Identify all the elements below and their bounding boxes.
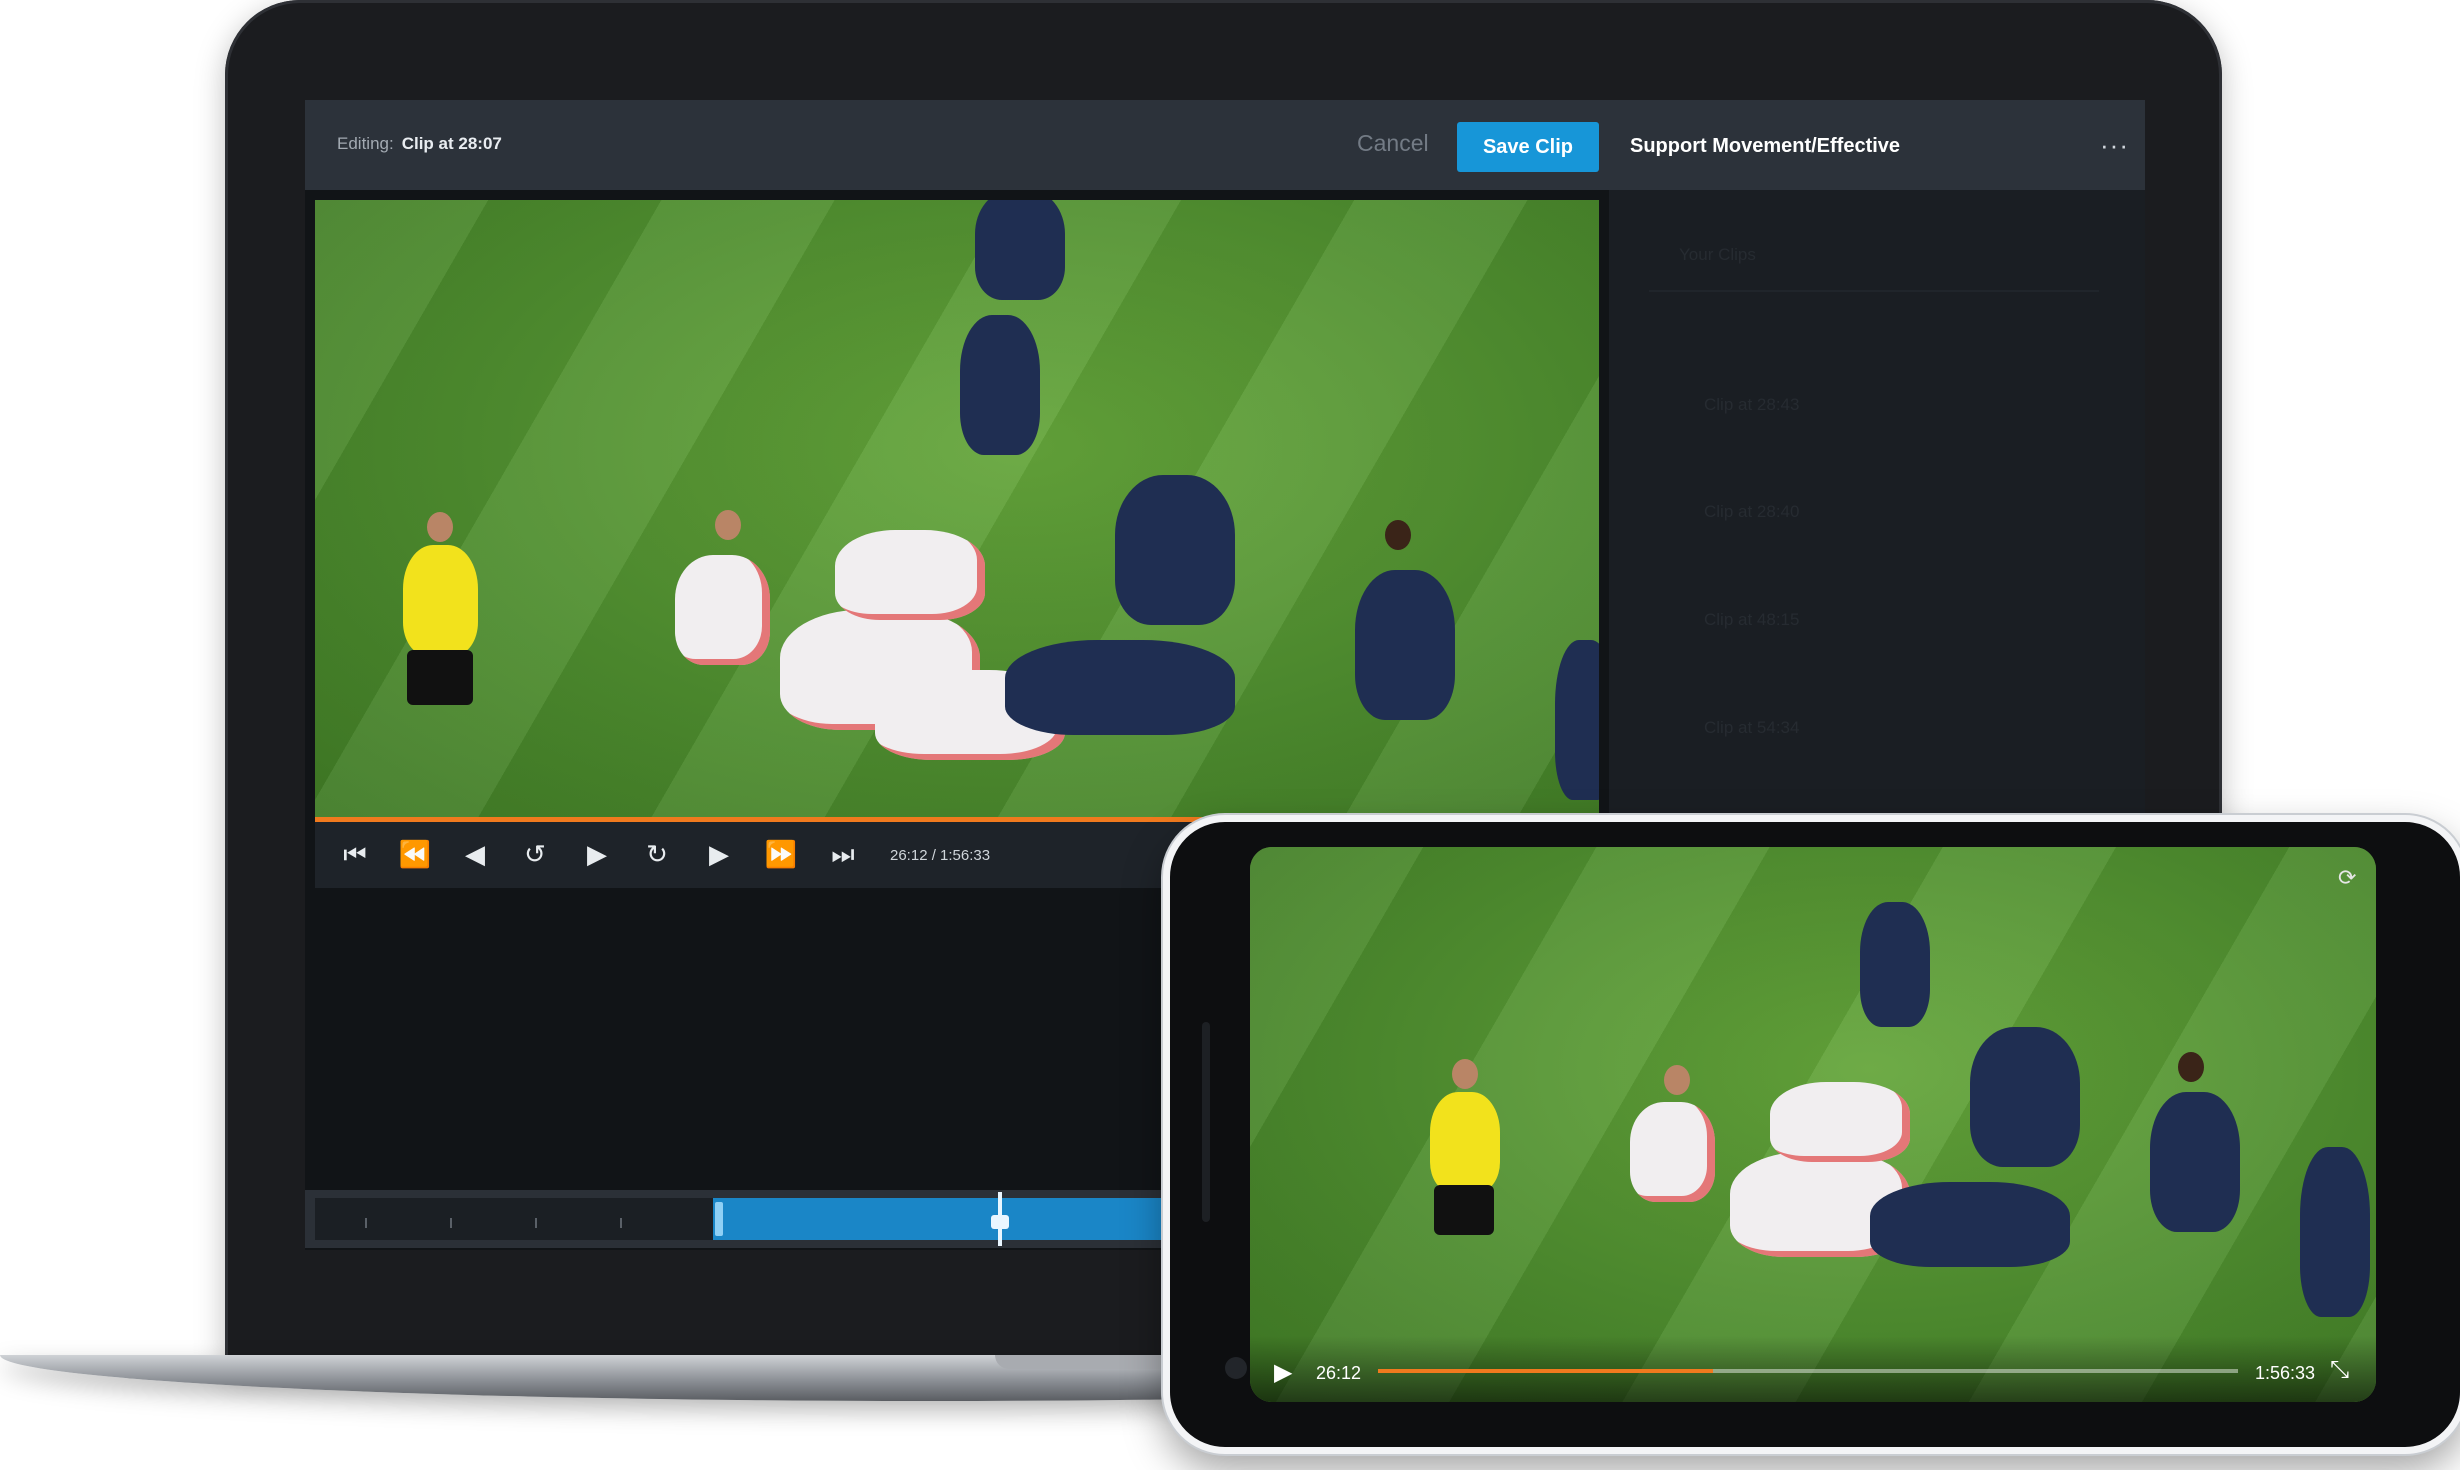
fast-forward-icon[interactable]: ⏩ (761, 834, 801, 874)
player-navy-back (1970, 1027, 2080, 1167)
forward-5-icon[interactable]: ↻ (637, 834, 677, 874)
clip-item[interactable]: Clip at 54:34 (1704, 718, 1799, 738)
phone-camera (1225, 1357, 1247, 1379)
clip-item[interactable]: Clip at 28:40 (1704, 502, 1799, 522)
play-icon[interactable]: ▶ (1274, 1358, 1292, 1387)
phone-progress-track[interactable] (1378, 1369, 2238, 1373)
clip-item[interactable]: Clip at 48:15 (1704, 610, 1799, 630)
player-head (715, 510, 741, 540)
back-5-icon[interactable]: ↺ (515, 834, 555, 874)
player-head (2178, 1052, 2204, 1082)
video-player[interactable] (315, 200, 1599, 818)
player-navy-ruck (1005, 640, 1235, 735)
playhead-knob[interactable] (991, 1215, 1009, 1229)
player-navy-standing (960, 315, 1040, 455)
player-white-10 (1630, 1102, 1715, 1202)
clip-start-handle[interactable] (715, 1202, 723, 1236)
player-white-7 (835, 530, 985, 620)
save-clip-button[interactable]: Save Clip (1457, 122, 1599, 172)
referee-shorts (1434, 1185, 1494, 1235)
rotate-icon[interactable]: ⟳ (2338, 865, 2356, 891)
timeline-tick (450, 1218, 452, 1228)
phone-progress-fill (1378, 1369, 1714, 1373)
step-back-icon[interactable]: ◀ (455, 834, 495, 874)
step-forward-icon[interactable]: ▶ (699, 834, 739, 874)
clip-item[interactable]: Clip at 28:43 (1704, 395, 1799, 415)
referee-head (1452, 1059, 1478, 1089)
player-white-10 (675, 555, 770, 665)
play-icon[interactable]: ▶ (577, 834, 617, 874)
editor-topbar: Editing: Clip at 28:07 Cancel Save Clip S… (305, 100, 2145, 190)
referee-shorts (407, 650, 473, 705)
player-navy-right (2150, 1092, 2240, 1232)
editing-label: Editing: Clip at 28:07 (337, 134, 502, 153)
panel-divider (1649, 290, 2099, 292)
time-readout: 26:12 / 1:56:33 (890, 847, 991, 864)
player-navy-standing (1860, 902, 1930, 1027)
timeline-tick (620, 1218, 622, 1228)
timeline-tick (365, 1218, 367, 1228)
referee (403, 545, 478, 655)
referee-head (427, 512, 453, 542)
player-navy-edge (1555, 640, 1599, 800)
referee (1430, 1092, 1500, 1192)
timeline-tick (535, 1218, 537, 1228)
exit-fullscreen-icon[interactable]: ⤡ (2330, 1356, 2349, 1384)
phone-video-player[interactable]: ⟳ ▶ 26:12 1:56:33 ⤡ (1250, 847, 2376, 1402)
player-navy-back (1115, 475, 1235, 625)
clip-title: Clip at 28:07 (401, 134, 502, 153)
phone-speaker (1202, 1022, 1210, 1222)
player-head (1664, 1065, 1690, 1095)
player-navy-ruck (1870, 1182, 2070, 1267)
skip-to-start-icon[interactable]: ⏮ (335, 834, 375, 874)
player-navy-top (975, 200, 1065, 300)
duration: 1:56:33 (2255, 1363, 2316, 1383)
rewind-icon[interactable]: ⏪ (395, 834, 435, 874)
phone-controls: ▶ 26:12 1:56:33 ⤡ (1250, 1336, 2376, 1402)
cancel-button[interactable]: Cancel (1357, 130, 1429, 157)
skip-to-end-icon[interactable]: ⏭ (823, 834, 863, 874)
current-time: 26:12 (1316, 1363, 1362, 1383)
player-navy-edge (2300, 1147, 2370, 1317)
player-white-7 (1770, 1082, 1910, 1162)
more-options-icon[interactable]: ··· (2100, 130, 2129, 161)
clips-panel-heading: Your Clips (1679, 245, 1756, 264)
player-navy-right (1355, 570, 1455, 720)
player-head (1385, 520, 1411, 550)
panel-title: Support Movement/Effective (1630, 135, 1901, 157)
